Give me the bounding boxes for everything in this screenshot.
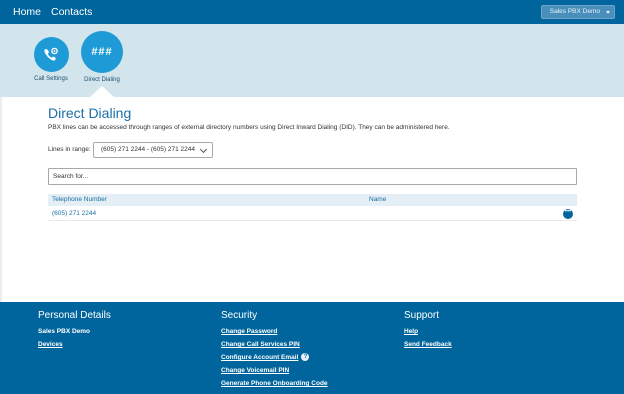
page-title: Direct Dialing	[48, 105, 132, 121]
generate-onboarding-code-link[interactable]: Generate Phone Onboarding Code	[221, 377, 328, 390]
footer-support: Support Help Send Feedback	[404, 310, 452, 351]
footer-support-title: Support	[404, 310, 440, 321]
table-row[interactable]: (605) 271 2244 •••	[48, 207, 577, 221]
footer-security: Security Change Password Change Call Ser…	[221, 310, 328, 390]
footer: Personal Details Sales PBX Demo Devices …	[0, 302, 624, 394]
nav-home-link[interactable]: Home	[13, 6, 41, 18]
tile-direct-dialing-label: Direct Dialing	[84, 77, 120, 83]
help-icon[interactable]: ?	[301, 353, 310, 362]
column-name[interactable]: Name	[369, 196, 386, 203]
account-dropdown[interactable]: Sales PBX Demo	[540, 5, 615, 19]
search-input[interactable]: Search for...	[48, 168, 577, 185]
footer-security-title: Security	[221, 310, 258, 321]
footer-devices-link[interactable]: Devices	[38, 338, 111, 351]
tile-call-settings[interactable]: Call Settings	[33, 37, 69, 84]
footer-account-name: Sales PBX Demo	[38, 328, 91, 335]
tile-call-settings-label: Call Settings	[34, 76, 68, 82]
phone-gear-icon	[33, 37, 69, 72]
change-voicemail-pin-link[interactable]: Change Voicemail PIN	[221, 364, 328, 377]
nav-contacts-link[interactable]: Contacts	[51, 6, 92, 18]
hash-icon: ###	[81, 31, 123, 73]
column-telephone-number[interactable]: Telephone Number	[52, 196, 107, 203]
configure-account-email-row: Configure Account Email?	[221, 351, 328, 364]
caret-down-icon	[606, 11, 610, 14]
range-select-value: (605) 271 2244 - (605) 271 2244	[101, 146, 195, 153]
tile-direct-dialing[interactable]: ### Direct Dialing	[80, 31, 124, 85]
table-header: Telephone Number Name	[48, 194, 577, 206]
footer-personal-title: Personal Details	[38, 310, 111, 321]
configure-account-email-link[interactable]: Configure Account Email	[221, 354, 298, 361]
range-select[interactable]: (605) 271 2244 - (605) 271 2244	[93, 142, 213, 158]
page-description: PBX lines can be accessed through ranges…	[48, 124, 450, 131]
footer-personal-details: Personal Details Sales PBX Demo Devices	[38, 310, 111, 351]
range-label: Lines in range:	[48, 146, 91, 153]
send-feedback-link[interactable]: Send Feedback	[404, 338, 452, 351]
search-placeholder: Search for...	[53, 173, 89, 180]
active-tab-pointer	[90, 86, 114, 97]
more-options-icon[interactable]: •••	[563, 209, 573, 219]
change-call-services-pin-link[interactable]: Change Call Services PIN	[221, 338, 328, 351]
help-link[interactable]: Help	[404, 325, 452, 338]
chevron-down-icon	[199, 145, 208, 154]
telephone-number-cell[interactable]: (605) 271 2244	[52, 210, 96, 217]
account-label: Sales PBX Demo	[549, 8, 600, 15]
change-password-link[interactable]: Change Password	[221, 325, 328, 338]
top-navbar: Home Contacts Sales PBX Demo	[0, 0, 624, 24]
